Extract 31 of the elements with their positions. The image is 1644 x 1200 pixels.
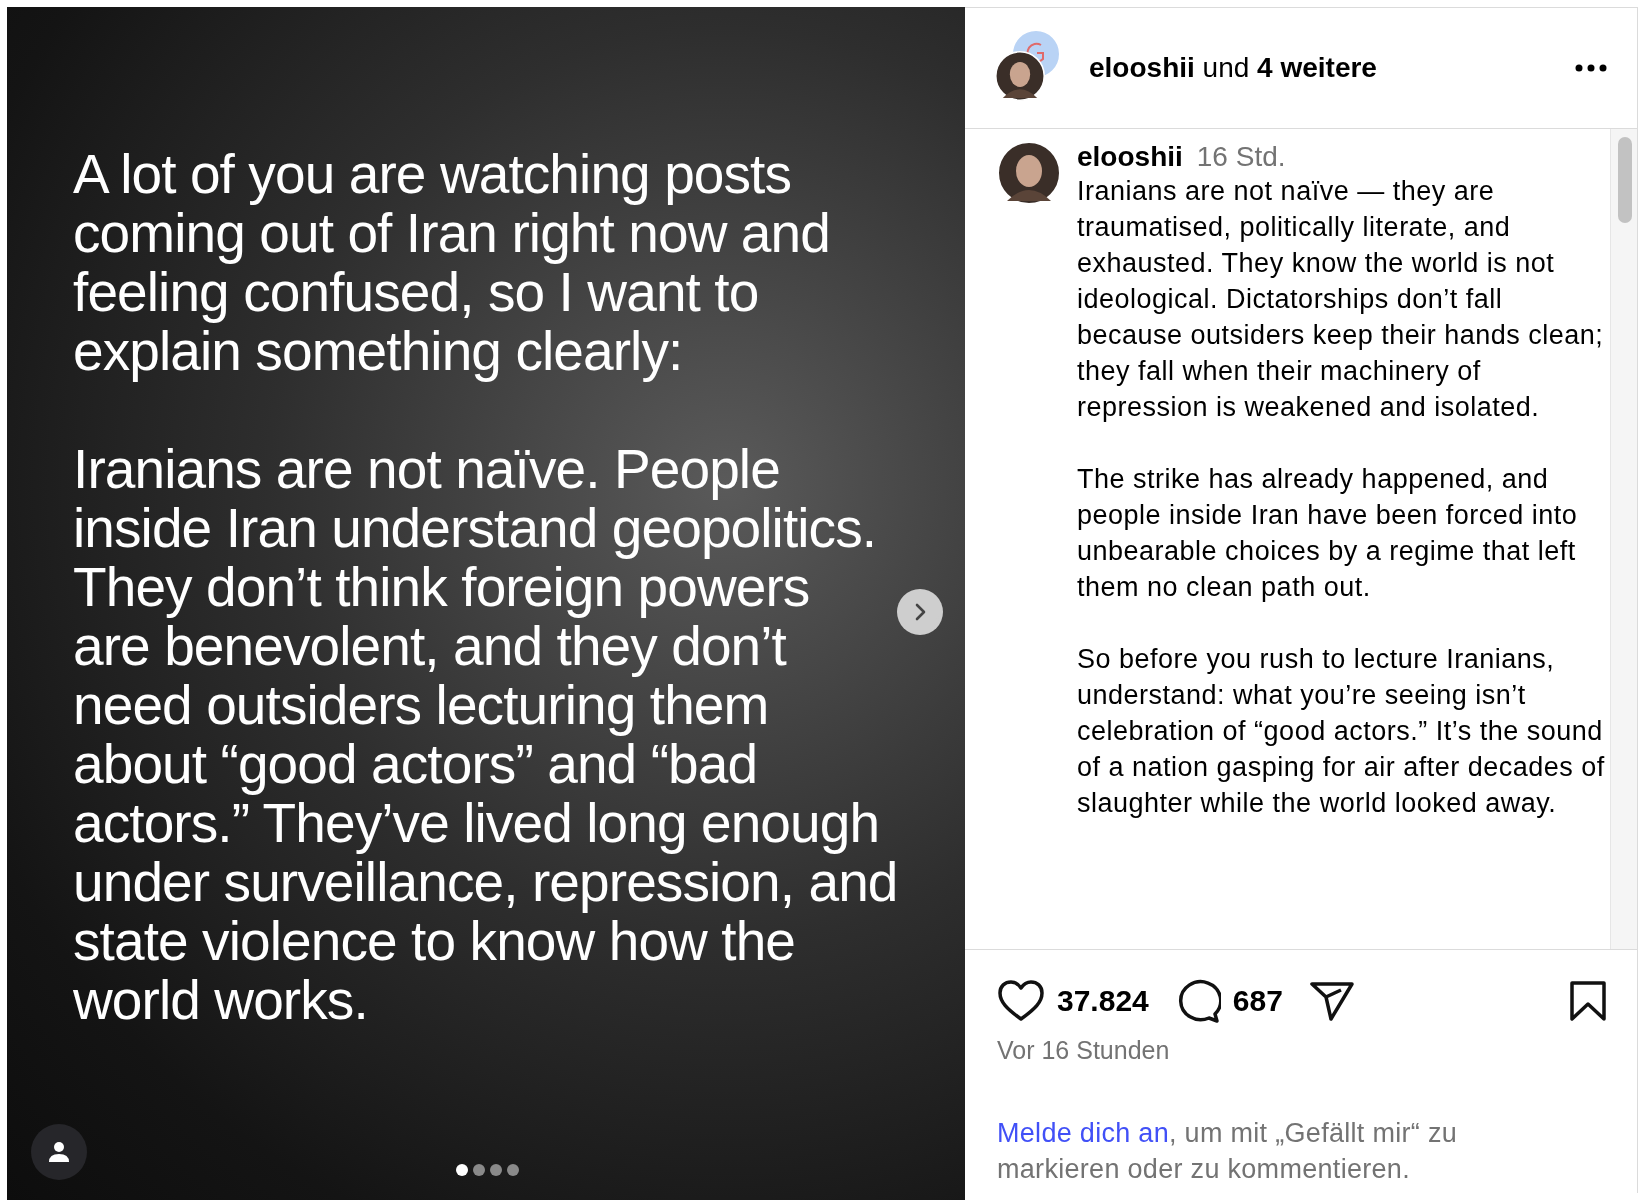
person-icon xyxy=(48,1141,70,1163)
slide-indicator-dot[interactable] xyxy=(473,1164,485,1176)
slide-text: Iranians are not naïve. People inside Iran understand geopolitics. They don’t think foreign powers are benevolent, and they don’t need outsiders lecturing them about “good actors” and “bad actors.” They’ve lived long enough under surveillance, repression, and state violence to know how the world works. xyxy=(73,440,899,1030)
save-button[interactable] xyxy=(1569,980,1607,1022)
avatar[interactable] xyxy=(995,51,1045,101)
share-button[interactable] xyxy=(1308,980,1355,1022)
bookmark-icon xyxy=(1569,980,1607,1022)
caption-text: So before you rush to lecture Iranians, understand: what you’re seeing isn’t celebration of “good actors.” It’s the sound of a nation gasping for air after decades of slaughter while the world looked away. xyxy=(1077,643,1605,820)
scrollbar-thumb[interactable] xyxy=(1618,137,1632,223)
post-authors: elooshii und 4 weitere xyxy=(1089,52,1378,84)
post-time: 16 Std. xyxy=(1196,141,1286,173)
more-options-icon[interactable] xyxy=(1575,64,1607,72)
slide-indicator-dot[interactable] xyxy=(456,1164,468,1176)
slide-text: A lot of you are watching posts coming out of Iran right now and feeling confused, so I want to explain something clearly: xyxy=(73,145,831,381)
caption-text: Iranians are not naïve — they are traumatised, politically literate, and exhausted. They know the world is not ideological. Dictatorships don’t fall because outsiders keep their hands clean; they fall when their machinery of repression is weakened and isolated. xyxy=(1077,175,1605,424)
heart-icon xyxy=(997,979,1045,1023)
paper-plane-icon xyxy=(1308,980,1355,1022)
comment-count: 687 xyxy=(1232,984,1283,1018)
post-date: Vor 16 Stunden xyxy=(997,1036,1171,1065)
like-count: 37.824 xyxy=(1057,984,1149,1018)
like-button[interactable] xyxy=(997,979,1045,1023)
caption-text: The strike has already happened, and people inside Iran have been forced into unbearable choices by a regime that left them no clean path out. xyxy=(1077,463,1579,604)
login-link[interactable]: Melde dich an xyxy=(997,1118,1169,1148)
username[interactable]: elooshii xyxy=(1077,141,1183,173)
scrollbar[interactable] xyxy=(1610,129,1637,949)
login-prompt: Melde dich an, um mit „Gefällt mir“ zu markieren oder zu kommentieren. xyxy=(997,1117,1459,1186)
slide-indicator-dot[interactable] xyxy=(507,1164,519,1176)
slide-indicator-dot[interactable] xyxy=(490,1164,502,1176)
avatar[interactable] xyxy=(997,141,1061,205)
tagged-people-button[interactable] xyxy=(31,1124,87,1180)
next-button[interactable] xyxy=(897,589,943,635)
